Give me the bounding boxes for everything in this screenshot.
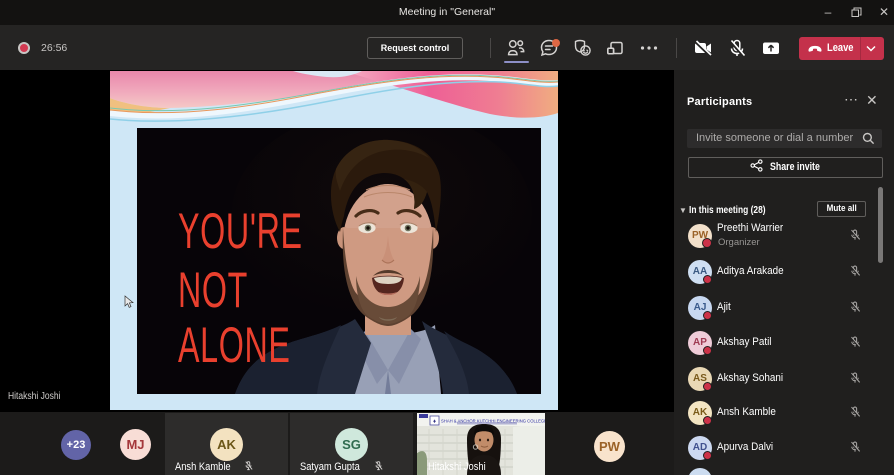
- svg-text:♦: ♦: [433, 419, 436, 425]
